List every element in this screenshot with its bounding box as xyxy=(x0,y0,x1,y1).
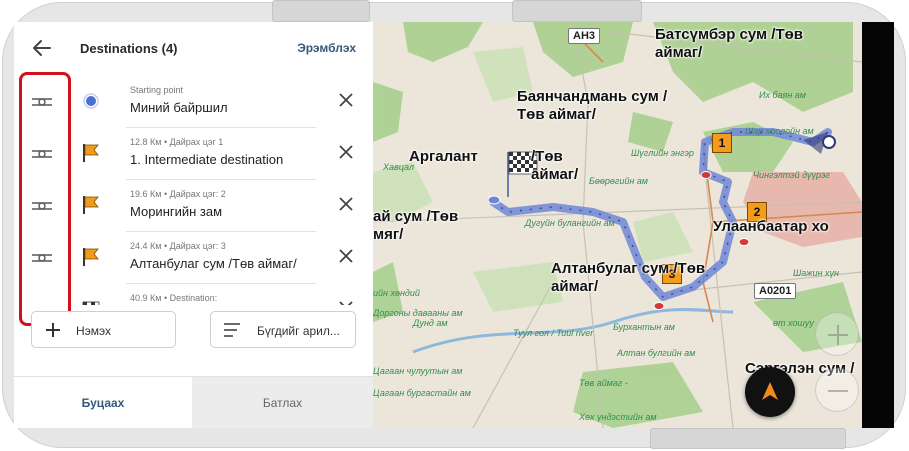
place-label: Аргалант xyxy=(409,148,478,165)
map-view[interactable]: 1 2 3 АН3 А0201 Батсүмбэр сум /Төв аймаг… xyxy=(373,22,862,428)
item-subtitle: 40.9 Км • Destination: xyxy=(130,293,218,303)
map-small-label: Чингэлтэй дүүрэг xyxy=(753,170,830,180)
item-title: Миний байршил xyxy=(130,100,228,115)
remove-close-icon[interactable] xyxy=(336,298,356,305)
add-destination-button[interactable]: Нэмэх xyxy=(31,311,176,348)
clear-list-icon xyxy=(223,322,241,338)
item-subtitle: Starting point xyxy=(130,85,184,95)
back-arrow-icon[interactable] xyxy=(30,36,54,60)
page-title: Destinations (4) xyxy=(80,41,178,56)
item-subtitle: 24.4 Км • Дайрах цэг: 3 xyxy=(130,241,226,251)
map-small-label: Алтан булгийн ам xyxy=(617,348,696,358)
orange-flag-icon xyxy=(80,142,102,164)
item-title: Морингийн зам xyxy=(130,204,223,219)
map-small-label: ийн хөндий xyxy=(373,288,420,298)
waypoint-pin-1[interactable]: 1 xyxy=(712,133,732,153)
add-button-label: Нэмэх xyxy=(76,324,112,338)
zoom-in-button[interactable] xyxy=(815,312,859,356)
map-small-label: Дунд ам xyxy=(413,318,448,328)
place-label: Батсүмбэр сум /Төв аймаг/ xyxy=(655,26,804,61)
orange-flag-icon xyxy=(80,194,102,216)
place-label: Улаанбаатар хо xyxy=(713,218,829,235)
map-small-label: Дугуйн булангийн ам xyxy=(525,218,615,228)
remove-close-icon[interactable] xyxy=(336,246,356,266)
screen-edge xyxy=(862,22,894,428)
remove-close-icon[interactable] xyxy=(336,90,356,110)
map-small-label: Цагаан чулуутын ам xyxy=(373,366,463,376)
power-button xyxy=(512,0,642,22)
map-small-label: Доргоны давааны ам xyxy=(373,308,463,318)
place-label: /Төв аймаг/ xyxy=(531,148,579,183)
drag-handles-highlight xyxy=(19,72,71,326)
panel-header: Destinations (4) Эрэмблэх xyxy=(14,22,373,74)
clear-button-label: Бүгдийг арил... xyxy=(257,324,340,338)
cancel-button[interactable]: Буцаах xyxy=(14,377,192,428)
app-screen: Destinations (4) Эрэмблэх Starting point… xyxy=(14,22,894,428)
clear-all-button[interactable]: Бүгдийг арил... xyxy=(210,311,356,348)
item-subtitle: 12.8 Км • Дайрах цэг 1 xyxy=(130,137,224,147)
item-subtitle: 19.6 Км • Дайрах цэг: 2 xyxy=(130,189,226,199)
map-small-label: Хөх үндэстийн ам xyxy=(579,412,657,422)
map-small-label: Цагаан бургастайн ам xyxy=(373,388,471,398)
road-badge: АН3 xyxy=(568,28,601,44)
phone-frame: Destinations (4) Эрэмблэх Starting point… xyxy=(0,0,909,451)
map-small-label: Төв аймаг - xyxy=(579,378,628,388)
volume-button xyxy=(272,0,370,22)
map-small-label: Шар хоолойн ам xyxy=(745,126,814,136)
confirm-button-label: Батлах xyxy=(262,396,303,410)
remove-close-icon[interactable] xyxy=(336,194,356,214)
navigation-arrow-icon xyxy=(762,382,778,400)
map-small-label: Бурхантын ам xyxy=(613,322,675,332)
orange-flag-icon xyxy=(80,246,102,268)
road-badge: А0201 xyxy=(754,283,797,299)
side-button xyxy=(650,428,846,449)
destinations-panel: Destinations (4) Эрэмблэх Starting point… xyxy=(14,22,373,428)
plus-icon xyxy=(44,321,62,339)
place-label: мяг/ xyxy=(373,226,404,243)
zoom-out-button[interactable] xyxy=(815,368,859,412)
place-label: Алтанбулаг сум /Төв аймаг/ xyxy=(551,260,706,295)
map-small-label: Их баян ам xyxy=(759,90,806,100)
map-small-label: Хавцал xyxy=(383,162,414,172)
map-small-label: Шүглийн энгэр xyxy=(631,148,694,158)
item-title: 1. Intermediate destination xyxy=(130,152,284,167)
map-small-label: өт хошуу xyxy=(773,318,814,328)
item-title: Алтанбулаг сум /Төв аймаг/ xyxy=(130,256,297,271)
place-label: ай сум /Төв xyxy=(373,208,459,225)
map-small-label: Туул гол / Tuul river xyxy=(513,328,594,338)
sort-button[interactable]: Эрэмблэх xyxy=(297,41,356,55)
checkered-flag-icon xyxy=(80,298,102,305)
current-location-icon xyxy=(80,90,102,112)
map-small-label: Шажин хүн xyxy=(793,268,839,278)
bottom-action-bar: Буцаах Батлах xyxy=(14,376,373,428)
map-small-label: Бөөрөгийн ам xyxy=(589,176,648,186)
navigation-arrow-button[interactable] xyxy=(745,367,795,417)
place-label: Баянчандмань сум / Төв аймаг/ xyxy=(517,88,668,123)
remove-close-icon[interactable] xyxy=(336,142,356,162)
confirm-button[interactable]: Батлах xyxy=(192,377,373,428)
cancel-button-label: Буцаах xyxy=(81,396,125,410)
